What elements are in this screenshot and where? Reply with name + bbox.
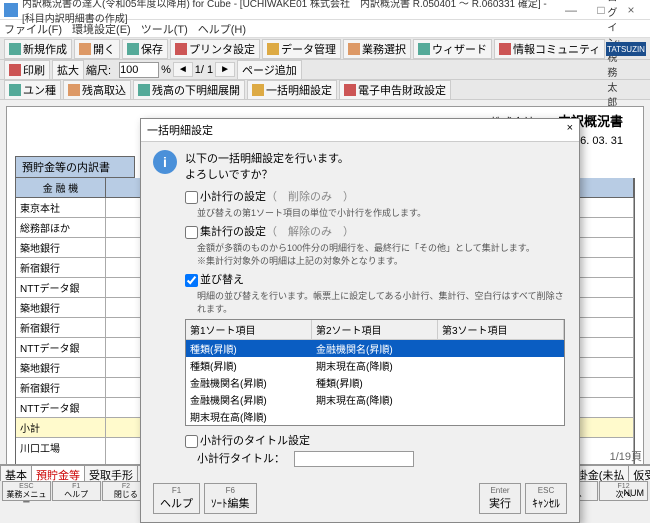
- data-mgmt-button[interactable]: データ管理: [262, 39, 341, 59]
- sort-checkbox[interactable]: [185, 274, 198, 287]
- save-button[interactable]: 保存: [122, 39, 168, 59]
- info-icon: i: [153, 150, 177, 174]
- dialog-buttons: F1ヘルプ F6ｿｰﾄ編集 Enter実行 ESCｷｬﾝｾﾙ: [141, 479, 579, 522]
- titlebar: 内訳概況書の達人(令和05年度以降用) for Cube - [UCHIWAKE…: [0, 0, 650, 20]
- sort-check-row[interactable]: 並び替え: [185, 271, 567, 287]
- subtotal-checkbox[interactable]: [185, 191, 198, 204]
- sort-list-row[interactable]: 種類(昇順)金融機関名(昇順): [186, 340, 564, 357]
- sort-list-row[interactable]: 種類(昇順)期末現在高(降順): [186, 357, 564, 374]
- sort-list: 第1ソート項目 第2ソート項目 第3ソート項目 種類(昇順)金融機関名(昇順)種…: [185, 319, 565, 426]
- title-input[interactable]: [294, 451, 414, 467]
- add-page-button[interactable]: ページ追加: [237, 60, 302, 80]
- scale-label: 縮尺:: [86, 62, 111, 78]
- num-lock: NUM: [624, 488, 645, 498]
- tab-1[interactable]: 預貯金等: [31, 465, 85, 481]
- wizard-button[interactable]: ウィザード: [413, 39, 492, 59]
- job-select-button[interactable]: 業務選択: [343, 39, 411, 59]
- subtotal-check-row[interactable]: 小計行の設定（ 削除のみ ）: [185, 188, 567, 204]
- tb3-b[interactable]: 残高取込: [63, 80, 131, 100]
- toolbar-1: 新規作成 開く 保存 プリンタ設定 データ管理 業務選択 ウィザード 情報コミュ…: [0, 38, 650, 60]
- execute-button[interactable]: Enter実行: [479, 483, 521, 514]
- subtotal-note: 並び替えの第1ソート項目の単位で小計行を作成します。: [197, 206, 567, 219]
- tb3-d[interactable]: 一括明細設定: [247, 80, 337, 100]
- sort-list-header: 第1ソート項目 第2ソート項目 第3ソート項目: [186, 320, 564, 340]
- aggregate-note-b: ※集計行対象外の明細は上記の対象外となります。: [197, 254, 567, 267]
- title-check-row[interactable]: 小計行のタイトル設定: [185, 432, 567, 448]
- dialog-msg2: よろしいですか？: [185, 166, 349, 182]
- help-button[interactable]: F1ヘルプ: [153, 483, 200, 514]
- toolbar-3: ユン種 残高取込 残高の下明細展開 一括明細設定 電子申告財政設定: [0, 80, 650, 100]
- bulk-detail-dialog: 一括明細設定 × i 以下の一括明細設定を行います。 よろしいですか？ 小計行の…: [140, 118, 580, 523]
- zoom-button[interactable]: 拡大: [52, 60, 84, 80]
- toolbar-2: 印刷 拡大 縮尺: % ◄ 1/ 1 ► ページ追加: [0, 60, 650, 80]
- menu-file[interactable]: ファイル(F): [4, 21, 62, 37]
- aggregate-check-row[interactable]: 集計行の設定（ 解除のみ ）: [185, 223, 567, 239]
- tab-10[interactable]: 仮受金(前受金)/源泉所得税預り: [628, 465, 650, 481]
- aggregate-note-a: 金額が多額のものから100件分の明細行を、最終行に「その他」として集計します。: [197, 241, 567, 254]
- subtotal-label: 小計: [16, 418, 106, 437]
- title-label: 小計行タイトル：: [197, 453, 285, 465]
- scale-input[interactable]: [119, 62, 159, 78]
- fkey-F1[interactable]: F1ヘルプ: [52, 481, 101, 501]
- open-button[interactable]: 開く: [74, 39, 120, 59]
- tab-0[interactable]: 基本: [0, 465, 32, 481]
- menu-env[interactable]: 環境設定(E): [72, 21, 131, 37]
- dialog-titlebar: 一括明細設定 ×: [141, 119, 579, 142]
- col-1: 金 融 機: [16, 178, 106, 197]
- menu-help[interactable]: ヘルプ(H): [198, 21, 246, 37]
- dialog-close-button[interactable]: ×: [567, 122, 573, 138]
- sort-list-row[interactable]: 期末現在高(降順): [186, 408, 564, 425]
- scale-pct: %: [161, 64, 171, 76]
- menu-tool[interactable]: ツール(T): [141, 21, 188, 37]
- app-icon: [4, 3, 18, 17]
- tb3-a[interactable]: ユン種: [4, 80, 61, 100]
- print-button[interactable]: 印刷: [4, 60, 50, 80]
- tb3-e[interactable]: 電子申告財政設定: [339, 80, 451, 100]
- tb3-c[interactable]: 残高の下明細展開: [133, 80, 245, 100]
- title-checkbox[interactable]: [185, 435, 198, 448]
- brand-logo: TATSUZIN: [606, 42, 646, 56]
- sort-list-row[interactable]: 金融機関名(昇順)種類(昇順): [186, 374, 564, 391]
- dialog-body: i 以下の一括明細設定を行います。 よろしいですか？ 小計行の設定（ 削除のみ …: [141, 142, 579, 479]
- info-button[interactable]: 情報コミュニティ: [494, 39, 605, 59]
- minimize-button[interactable]: —: [556, 1, 586, 19]
- page-indicator: 1/ 1: [195, 64, 213, 76]
- aggregate-checkbox[interactable]: [185, 226, 198, 239]
- prev-page-button[interactable]: ◄: [173, 62, 193, 77]
- section-title: 預貯金等の内訳書: [15, 156, 135, 178]
- cancel-button[interactable]: ESCｷｬﾝｾﾙ: [525, 483, 567, 514]
- tab-2[interactable]: 受取手形: [84, 465, 138, 481]
- dialog-msg1: 以下の一括明細設定を行います。: [185, 150, 349, 166]
- sort-list-row[interactable]: 金融機関名(昇順)期末現在高(降順): [186, 391, 564, 408]
- sort-note: 明細の並び替えを行います。帳票上に設定してある小計行、集計行、空白行はすべて削除…: [197, 289, 567, 315]
- new-button[interactable]: 新規作成: [4, 39, 72, 59]
- page-status: 1/19頁: [610, 448, 642, 464]
- next-page-button[interactable]: ►: [215, 62, 235, 77]
- fkey-ESC[interactable]: ESC業務メニュー: [2, 481, 51, 501]
- print-setup-button[interactable]: プリンタ設定: [170, 39, 260, 59]
- sort-edit-button[interactable]: F6ｿｰﾄ編集: [204, 483, 257, 514]
- dialog-title-text: 一括明細設定: [147, 122, 213, 138]
